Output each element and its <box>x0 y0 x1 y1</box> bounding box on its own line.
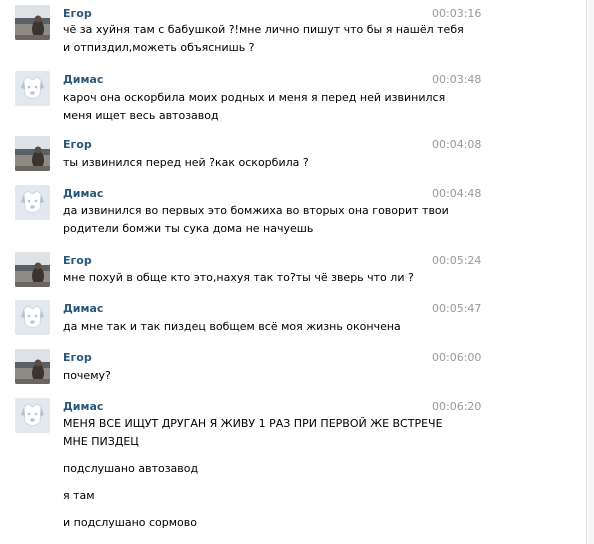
message-line: да мне так и так пиздец вобщем всё моя ж… <box>63 320 401 333</box>
message-history: Егор 00:03:16 чё за хуйня там с бабушкой… <box>0 0 587 544</box>
message-author[interactable]: Димас <box>63 400 103 414</box>
message-line: чё за хуйня там с бабушкой ?!мне лично п… <box>63 23 464 36</box>
user-photo-icon[interactable] <box>15 252 50 287</box>
message-author[interactable]: Егор <box>63 351 92 365</box>
message-text: и подслушано сормово <box>63 514 423 532</box>
message-line: МЕНЯ ВСЕ ИЩУТ ДРУГАН Я ЖИВУ 1 РАЗ ПРИ ПЕ… <box>63 417 443 430</box>
message-text: почему? <box>63 367 423 385</box>
message-author[interactable]: Егор <box>63 7 92 21</box>
message-line: кароч она оскорбила моих родных и меня я… <box>63 91 446 104</box>
message-text: подслушано автозавод <box>63 460 423 478</box>
user-photo-icon[interactable] <box>15 5 50 40</box>
default-dog-avatar-icon[interactable] <box>15 300 50 335</box>
default-dog-avatar-icon[interactable] <box>15 398 50 433</box>
message-line: МНЕ ПИЗДЕЦ <box>63 435 139 448</box>
message-line: и отпиздил,можеть объяснишь ? <box>63 41 255 54</box>
message-line: родители бомжи ты сука дома не начуешь <box>63 222 314 235</box>
message-time[interactable]: 00:03:16 <box>432 7 481 21</box>
default-dog-avatar-icon[interactable] <box>15 71 50 106</box>
message-author[interactable]: Димас <box>63 73 103 87</box>
message-text: МЕНЯ ВСЕ ИЩУТ ДРУГАН Я ЖИВУ 1 РАЗ ПРИ ПЕ… <box>63 415 443 451</box>
message-line: мне похуй в обще кто это,нахуя так то?ты… <box>63 271 414 284</box>
message-time[interactable]: 00:06:00 <box>432 351 481 365</box>
message-time[interactable]: 00:06:20 <box>432 400 481 414</box>
message-line: и подслушано сормово <box>63 516 197 529</box>
message-text: я там <box>63 487 423 505</box>
message-line: меня ищет весь автозавод <box>63 109 219 122</box>
message-time[interactable]: 00:03:48 <box>432 73 481 87</box>
message-line: я там <box>63 489 95 502</box>
message-time[interactable]: 00:05:47 <box>432 302 481 316</box>
default-dog-avatar-icon[interactable] <box>15 185 50 220</box>
message-text: ты извинился перед ней ?как оскорбила ? <box>63 154 423 172</box>
message-text: мне похуй в обще кто это,нахуя так то?ты… <box>63 269 423 287</box>
message-time[interactable]: 00:04:08 <box>432 138 481 152</box>
user-photo-icon[interactable] <box>15 136 50 171</box>
message-time[interactable]: 00:04:48 <box>432 187 481 201</box>
message-text: кароч она оскорбила моих родных и меня я… <box>63 89 446 125</box>
message-line: почему? <box>63 369 111 382</box>
scrollbar-track[interactable] <box>588 0 594 544</box>
message-line: да извинился во первых это бомжиха во вт… <box>63 204 449 217</box>
message-author[interactable]: Егор <box>63 254 92 268</box>
message-time[interactable]: 00:05:24 <box>432 254 481 268</box>
message-text: да извинился во первых это бомжиха во вт… <box>63 202 449 238</box>
user-photo-icon[interactable] <box>15 349 50 384</box>
message-text: чё за хуйня там с бабушкой ?!мне лично п… <box>63 21 464 57</box>
message-line: подслушано автозавод <box>63 462 199 475</box>
message-author[interactable]: Димас <box>63 302 103 316</box>
message-text: да мне так и так пиздец вобщем всё моя ж… <box>63 318 423 336</box>
message-line: ты извинился перед ней ?как оскорбила ? <box>63 156 309 169</box>
message-author[interactable]: Димас <box>63 187 103 201</box>
message-author[interactable]: Егор <box>63 138 92 152</box>
